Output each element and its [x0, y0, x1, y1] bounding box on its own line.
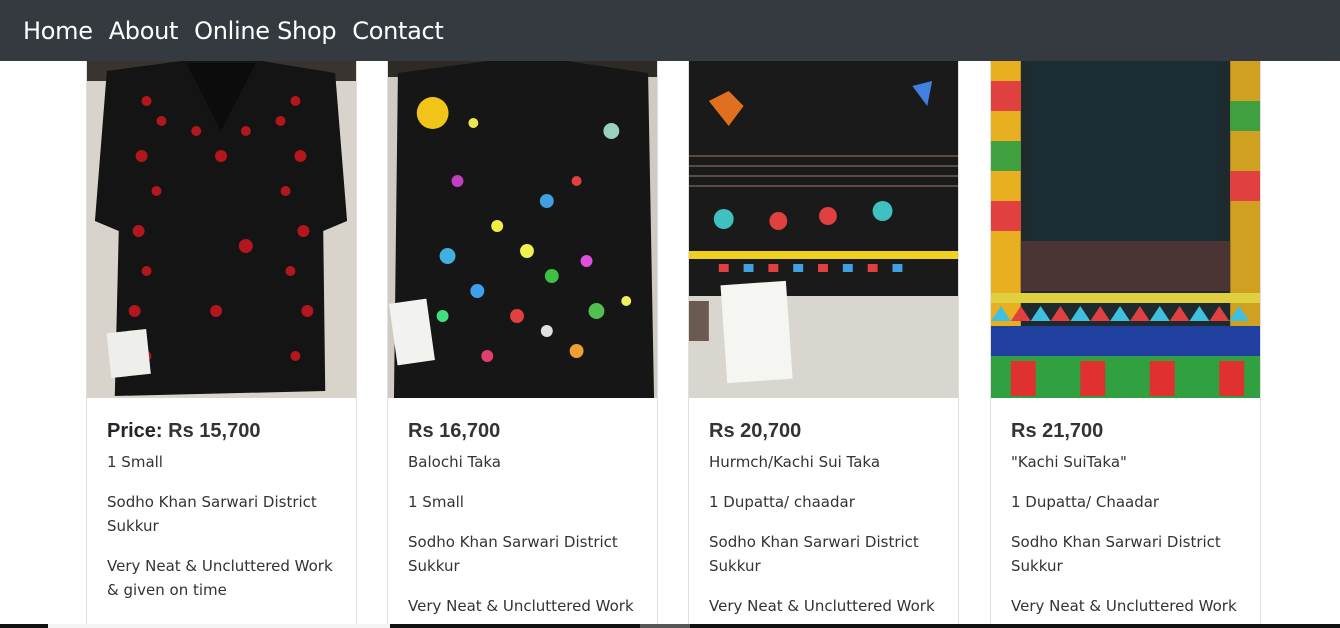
nav-online-shop-link[interactable]: Online Shop	[194, 17, 336, 45]
product-note: Very Neat & Uncluttered Work	[1011, 597, 1237, 615]
product-price: Rs 20,700	[709, 418, 944, 444]
nav-contact-link[interactable]: Contact	[352, 17, 444, 45]
product-card[interactable]: Rs 16,700 Balochi Taka 1 Small Sodho Kha…	[387, 61, 658, 628]
product-note: Very Neat & Uncluttered Work	[709, 597, 935, 615]
product-price: Price: Rs 15,700	[107, 418, 342, 444]
price-label: Price:	[107, 420, 163, 442]
price-value: Rs 20,700	[709, 420, 802, 442]
nav-about-link[interactable]: About	[109, 17, 179, 45]
price-value: Rs 21,700	[1011, 420, 1104, 442]
product-card-body: Rs 16,700 Balochi Taka 1 Small Sodho Kha…	[408, 418, 643, 628]
product-quantity: 1 Dupatta/ Chaadar	[1011, 493, 1160, 511]
product-title: "Kachi SuiTaka"	[1011, 453, 1127, 471]
top-navbar: Home About Online Shop Contact	[0, 0, 1340, 61]
product-price: Rs 21,700	[1011, 418, 1246, 444]
product-artisan: Sodho Khan Sarwari District Sukkur	[107, 493, 317, 535]
product-artisan: Sodho Khan Sarwari District Sukkur	[408, 533, 618, 575]
price-value: Rs 16,700	[408, 420, 501, 442]
product-card[interactable]: Price: Rs 15,700 1 Small Sodho Khan Sarw…	[86, 61, 357, 628]
strip-segment	[48, 624, 390, 628]
product-title: Hurmch/Kachi Sui Taka	[709, 453, 881, 471]
product-card-body: Rs 20,700 Hurmch/Kachi Sui Taka 1 Dupatt…	[709, 418, 944, 628]
product-quantity: 1 Small	[408, 493, 464, 511]
product-title: Balochi Taka	[408, 453, 502, 471]
product-card[interactable]: Rs 20,700 Hurmch/Kachi Sui Taka 1 Dupatt…	[688, 61, 959, 628]
product-card-body: Rs 21,700 "Kachi SuiTaka" 1 Dupatta/ Cha…	[1011, 418, 1246, 628]
nav-home-link[interactable]: Home	[23, 17, 93, 45]
product-quantity: 1 Small	[107, 453, 163, 471]
product-image[interactable]	[991, 61, 1260, 398]
bottom-image-strip	[0, 624, 1340, 628]
product-note: Very Neat & Uncluttered Work	[408, 597, 634, 615]
price-value: Rs 15,700	[168, 420, 261, 442]
product-price: Rs 16,700	[408, 418, 643, 444]
product-artisan: Sodho Khan Sarwari District Sukkur	[709, 533, 919, 575]
product-card-body: Price: Rs 15,700 1 Small Sodho Khan Sarw…	[107, 418, 342, 618]
product-image[interactable]	[689, 61, 958, 398]
product-artisan: Sodho Khan Sarwari District Sukkur	[1011, 533, 1221, 575]
product-note: Very Neat & Uncluttered Work & given on …	[107, 557, 333, 599]
product-image[interactable]	[388, 61, 657, 398]
product-image[interactable]	[87, 61, 356, 398]
strip-segment	[640, 624, 690, 628]
product-card[interactable]: Rs 21,700 "Kachi SuiTaka" 1 Dupatta/ Cha…	[990, 61, 1261, 628]
product-quantity: 1 Dupatta/ chaadar	[709, 493, 855, 511]
